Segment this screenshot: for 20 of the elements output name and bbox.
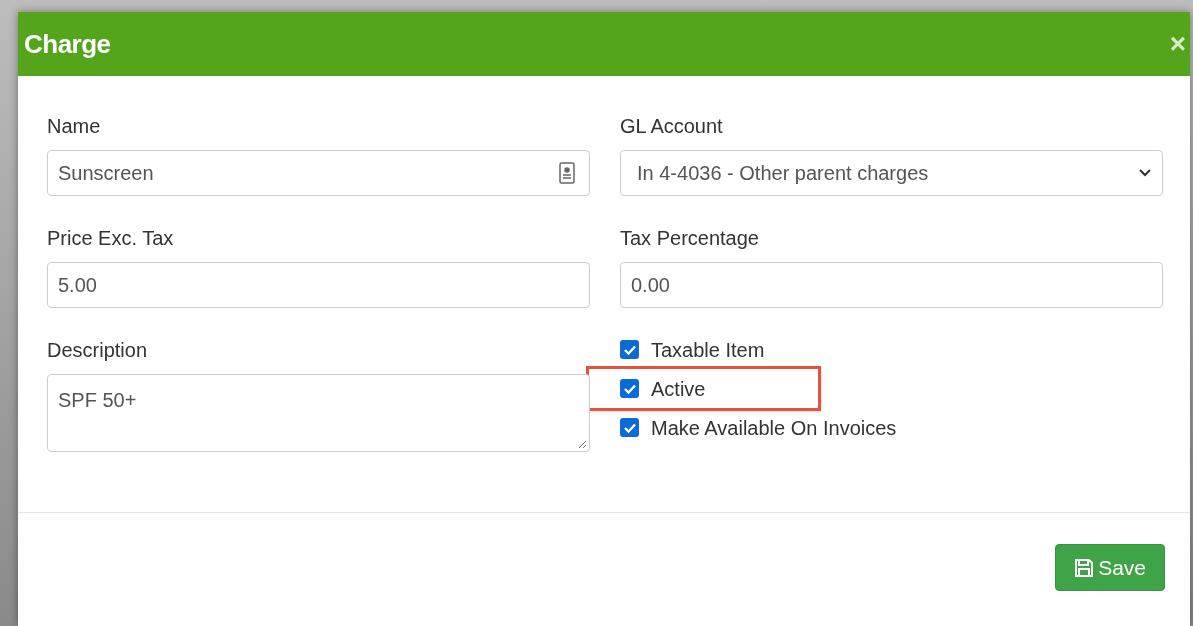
- text-area[interactable]: SPF 50+: [47, 374, 590, 452]
- checkbox-label: Taxable Item: [651, 337, 765, 363]
- checkbox[interactable]: [620, 418, 639, 437]
- input-field[interactable]: 0.00: [620, 262, 1163, 308]
- checkbox[interactable]: [620, 340, 639, 359]
- field-label: Tax Percentage: [620, 226, 760, 250]
- dropdown[interactable]: In 4-4036 - Other parent charges: [620, 150, 1163, 196]
- field-label: Name: [47, 114, 102, 138]
- input-field[interactable]: 5.00: [47, 262, 590, 308]
- resize-grip-icon: [578, 440, 587, 449]
- checkbox-label: Active: [651, 376, 706, 402]
- field-label: GL Account: [620, 114, 724, 138]
- chevron-down-icon: [1138, 168, 1152, 178]
- checkbox-label: Make Available On Invoices: [651, 415, 897, 441]
- contact-card-icon: [559, 162, 575, 184]
- input-field[interactable]: Sunscreen: [47, 150, 590, 196]
- field-label: Price Exc. Tax: [47, 226, 175, 250]
- dialog-title: Charge: [24, 27, 111, 61]
- field-label: Description: [47, 338, 149, 362]
- checkbox[interactable]: [620, 379, 639, 398]
